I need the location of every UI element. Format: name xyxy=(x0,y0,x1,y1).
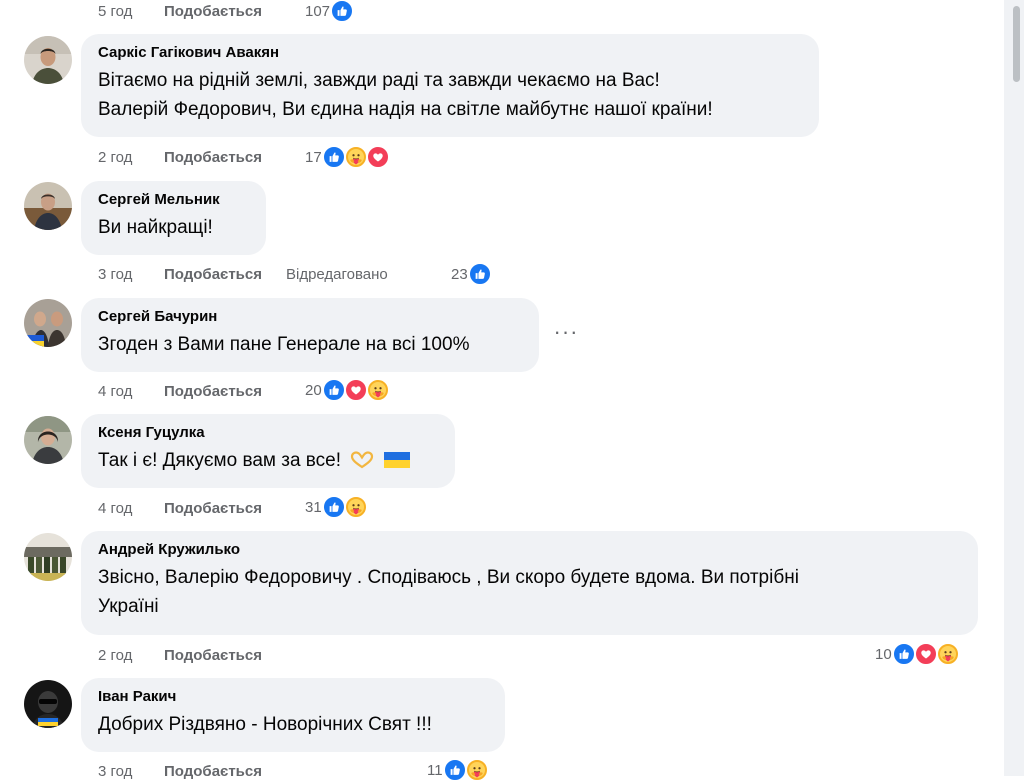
more-icon: ··· xyxy=(553,319,579,344)
avatar[interactable] xyxy=(24,533,72,581)
comment-bubble: Іван Ракич Добрих Різдвяно - Новорічних … xyxy=(81,678,505,752)
comment-text-content: Так і є! Дякуємо вам за все! xyxy=(98,450,342,471)
like-icon xyxy=(321,495,346,519)
like-icon xyxy=(321,145,346,169)
comment-author[interactable]: Сергей Бачурин xyxy=(98,307,522,326)
comment-author[interactable]: Саркіс Гагікович Авакян xyxy=(98,43,802,62)
care-icon xyxy=(464,758,489,782)
more-options-button[interactable]: ··· xyxy=(550,316,582,348)
comment-time[interactable]: 2 год xyxy=(98,149,164,166)
comment-text-line: Україні xyxy=(98,596,159,617)
avatar[interactable] xyxy=(24,680,72,728)
reactions-summary[interactable]: 31 xyxy=(305,494,368,520)
reaction-count: 20 xyxy=(305,381,322,399)
care-icon xyxy=(343,145,368,169)
comment-time[interactable]: 4 год xyxy=(98,383,164,400)
like-button[interactable]: Подобається xyxy=(164,3,262,20)
like-icon xyxy=(467,262,492,286)
comment-text-line: Вітаємо на рідній землі, завжди раді та … xyxy=(98,70,660,91)
comment-meta: 4 год Подобається xyxy=(98,380,262,402)
like-button[interactable]: Подобається xyxy=(164,647,262,664)
comment-bubble: Сергей Мельник Ви найкращі! xyxy=(81,181,266,255)
scrollbar-thumb[interactable] xyxy=(1013,6,1020,82)
like-button[interactable]: Подобається xyxy=(164,266,262,283)
comment-author[interactable]: Іван Ракич xyxy=(98,687,488,706)
comment-meta: 2 год Подобається xyxy=(98,644,262,666)
comment-text: Вітаємо на рідній землі, завжди раді та … xyxy=(98,66,802,124)
reactions-summary[interactable]: 17 xyxy=(305,144,390,170)
comment-bubble: Сергей Бачурин Згоден з Вами пане Генера… xyxy=(81,298,539,372)
care-icon xyxy=(343,495,368,519)
scrollbar-track[interactable] xyxy=(1004,0,1024,776)
comment-bubble: Саркіс Гагікович Авакян Вітаємо на рідні… xyxy=(81,34,819,137)
love-icon xyxy=(913,642,938,666)
comment-text: Ви найкращі! xyxy=(98,217,213,238)
edited-label[interactable]: Відредаговано xyxy=(286,266,388,283)
reactions-summary[interactable]: 11 xyxy=(427,757,489,783)
comment-meta: 5 год Подобається xyxy=(98,0,262,22)
comment-time[interactable]: 5 год xyxy=(98,3,164,20)
like-button[interactable]: Подобається xyxy=(164,763,262,780)
like-icon xyxy=(442,758,467,782)
reaction-count: 107 xyxy=(305,2,331,20)
like-button[interactable]: Подобається xyxy=(164,149,262,166)
like-icon xyxy=(330,0,355,23)
reactions-summary[interactable]: 107 xyxy=(305,0,355,24)
like-icon xyxy=(321,378,346,402)
like-button[interactable]: Подобається xyxy=(164,500,262,517)
comment-time[interactable]: 3 год xyxy=(98,266,164,283)
comment-text: Так і є! Дякуємо вам за все! xyxy=(98,446,438,478)
reaction-count: 23 xyxy=(451,265,468,283)
reactions-summary[interactable]: 10 xyxy=(875,641,960,667)
reaction-count: 10 xyxy=(875,645,892,663)
comment-bubble: Андрей Кружилько Звісно, Валерію Федоров… xyxy=(81,531,978,635)
comment-text: Добрих Різдвяно - Новорічних Свят !!! xyxy=(98,714,432,735)
comment-author[interactable]: Андрей Кружилько xyxy=(98,540,961,559)
avatar[interactable] xyxy=(24,299,72,347)
reaction-count: 31 xyxy=(305,498,322,516)
heart-hands-icon xyxy=(350,449,374,478)
comment-meta: 3 год Подобається Відредаговано xyxy=(98,263,388,285)
comment-text: Згоден з Вами пане Генерале на всі 100% xyxy=(98,334,470,355)
like-icon xyxy=(891,642,916,666)
avatar[interactable] xyxy=(24,182,72,230)
avatar[interactable] xyxy=(24,416,72,464)
comment-time[interactable]: 4 год xyxy=(98,500,164,517)
comment-author[interactable]: Сергей Мельник xyxy=(98,190,249,209)
love-icon xyxy=(343,378,368,402)
ukraine-flag-icon xyxy=(383,449,410,478)
comment-bubble: Ксеня Гуцулка Так і є! Дякуємо вам за вс… xyxy=(81,414,455,488)
comment-text-line: Звісно, Валерію Федоровичу . Сподіваюсь … xyxy=(98,567,799,588)
avatar[interactable] xyxy=(24,36,72,84)
love-icon xyxy=(365,145,390,169)
comment-text-line: Валерій Федорович, Ви єдина надія на сві… xyxy=(98,99,713,120)
like-button[interactable]: Подобається xyxy=(164,383,262,400)
comment-author[interactable]: Ксеня Гуцулка xyxy=(98,423,438,442)
care-icon xyxy=(365,378,390,402)
care-icon xyxy=(935,642,960,666)
comment-text: Звісно, Валерію Федоровичу . Сподіваюсь … xyxy=(98,563,961,621)
comment-meta: 3 год Подобається xyxy=(98,760,262,782)
comment-time[interactable]: 2 год xyxy=(98,647,164,664)
reactions-summary[interactable]: 23 xyxy=(451,261,492,287)
comment-time[interactable]: 3 год xyxy=(98,763,164,780)
reactions-summary[interactable]: 20 xyxy=(305,377,390,403)
comment-meta: 2 год Подобається xyxy=(98,146,262,168)
comment-meta: 4 год Подобається xyxy=(98,497,262,519)
reaction-count: 17 xyxy=(305,148,322,166)
